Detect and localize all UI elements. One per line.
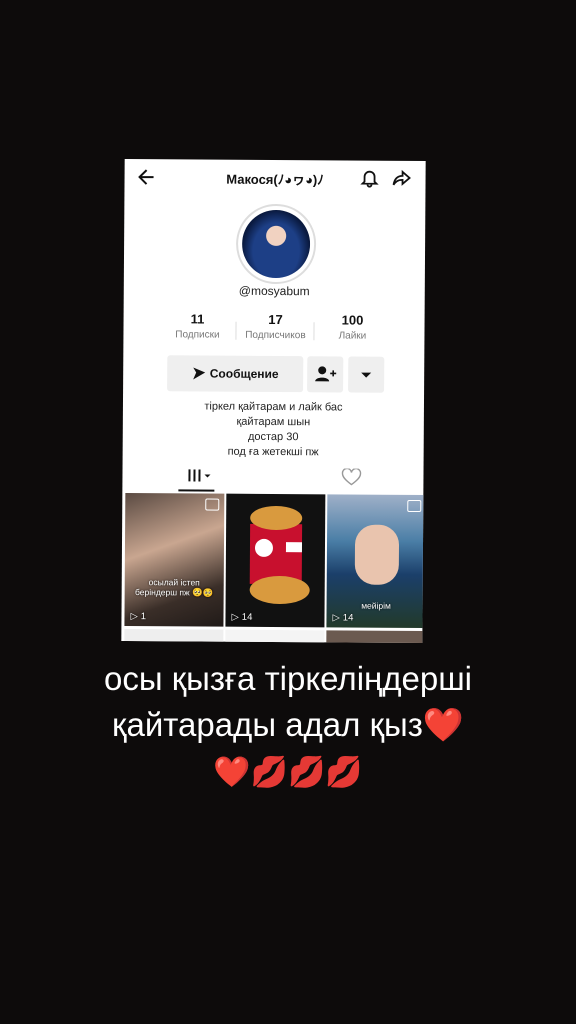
view-count: ▷ 1	[130, 611, 146, 622]
top-bar: Макося(ﾉ◕ヮ◕)ﾉ	[124, 159, 425, 195]
grid-icon[interactable]	[186, 467, 212, 483]
stat-likes[interactable]: 100 Лайки	[312, 312, 392, 342]
bio-line: под ға жетекші пж	[227, 445, 319, 459]
video-grid: осылай істеп беріндерш пж 🥺🥺 ▷ 1 ▷ 14 ме…	[121, 492, 426, 644]
overlay-caption-line: қайтарады адал қыз❤️	[112, 706, 464, 743]
send-icon	[192, 367, 205, 380]
play-icon: ▷	[130, 611, 138, 623]
stat-followers[interactable]: 17 Подписчиков	[235, 312, 315, 342]
avatar	[241, 209, 311, 279]
play-icon: ▷	[332, 612, 340, 624]
content-tabs	[122, 461, 423, 493]
caret-down-icon	[361, 372, 372, 378]
stat-value: 100	[341, 312, 364, 328]
video-thumbnail[interactable]	[225, 629, 325, 644]
play-icon: ▷	[231, 611, 239, 623]
stat-label: Подписки	[175, 329, 220, 341]
video-thumbnail[interactable]: мейірім ▷ 14	[326, 494, 426, 629]
food-picture	[249, 506, 310, 605]
avatar-ring[interactable]	[235, 203, 317, 285]
video-thumbnail[interactable]	[326, 630, 426, 644]
profile-bio: тіркел қайтарам и лайк бас қайтарам шын …	[123, 399, 424, 461]
message-button-label: Сообщение	[209, 366, 279, 382]
overlay-emoji-line: ❤️💋💋💋	[213, 756, 363, 789]
add-friend-button[interactable]	[307, 356, 344, 393]
view-count-value: 14	[342, 612, 354, 624]
overlay-caption-line: осы қызға тіркеліңдерші	[103, 660, 473, 697]
stat-following[interactable]: 11 Подписки	[157, 311, 237, 341]
video-caption: осылай істеп беріндерш пж 🥺🥺	[135, 577, 214, 598]
video-thumbnail[interactable]: осылай істеп беріндерш пж 🥺🥺 ▷ 1	[124, 492, 225, 627]
view-count: ▷ 14	[332, 612, 353, 623]
photo-icon	[407, 499, 422, 513]
active-tab-indicator	[178, 489, 215, 492]
stat-value: 17	[268, 311, 283, 328]
face-figure	[354, 524, 400, 585]
share-arrow-icon[interactable]	[391, 168, 411, 188]
view-count-value: 14	[241, 611, 253, 623]
add-friend-icon	[315, 366, 337, 382]
view-count: ▷ 14	[231, 612, 252, 623]
profile-title: Макося(ﾉ◕ヮ◕)ﾉ	[226, 171, 324, 188]
message-button[interactable]: Сообщение	[167, 355, 304, 393]
stat-label: Лайки	[338, 330, 367, 342]
profile-handle: @mosyabum	[238, 283, 310, 299]
video-thumbnail[interactable]: ▷ 14	[225, 493, 326, 628]
more-dropdown-button[interactable]	[348, 356, 385, 393]
heart-lock-icon[interactable]	[341, 468, 362, 486]
video-thumbnail[interactable]	[124, 628, 224, 644]
photo-icon	[205, 498, 220, 511]
profile-screenshot: Макося(ﾉ◕ヮ◕)ﾉ @mosyabum 11 Подписки 17 П…	[121, 158, 426, 644]
stat-value: 11	[190, 311, 205, 327]
stat-label: Подписчиков	[245, 329, 306, 342]
bell-icon[interactable]	[359, 168, 379, 188]
view-count-value: 1	[140, 611, 147, 623]
video-caption: мейірім	[361, 600, 391, 611]
